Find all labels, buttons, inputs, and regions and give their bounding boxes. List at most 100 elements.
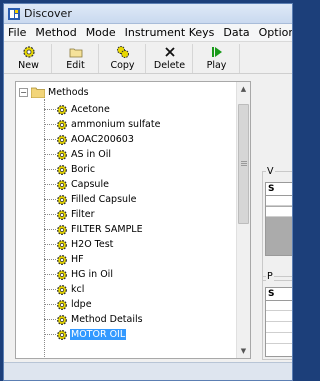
new-gear-icon [22,46,35,58]
tree-item[interactable]: AS in Oil [44,147,161,162]
menu-method[interactable]: Method [35,26,76,39]
method-gear-icon [57,119,67,130]
method-gear-icon [57,209,67,220]
delete-label: Delete [153,60,186,71]
tree-item-label: FILTER SAMPLE [71,224,143,235]
tree-item[interactable]: ldpe [44,297,161,312]
tree-item[interactable]: H2O Test [44,237,161,252]
menu-file[interactable]: File [8,26,26,39]
method-gear-icon [57,329,67,340]
tree-item-label: Boric [71,164,96,175]
tree-item-label: HF [71,254,84,265]
method-gear-icon [57,269,67,280]
scroll-up-arrow-icon[interactable]: ▲ [237,82,250,96]
edit-label: Edit [66,60,85,71]
tree-item-label: Acetone [71,104,110,115]
menu-instrument-keys[interactable]: Instrument Keys [125,26,215,39]
method-gear-icon [57,104,67,115]
tree-item[interactable]: HG in Oil [44,267,161,282]
grid-row[interactable] [266,207,292,217]
grid-row[interactable] [266,312,292,322]
play-label: Play [206,60,227,71]
scroll-thumb[interactable] [238,104,249,224]
edit-button[interactable]: Edit [53,44,99,73]
tree-item[interactable]: Filled Capsule [44,192,161,207]
tree-item[interactable]: ammonium sulfate [44,117,161,132]
tree-item-label: AS in Oil [71,149,111,160]
methods-tree[interactable]: − Methods Acetone ammonium sulfate AOAC200… [15,81,251,359]
grip-icon [241,161,247,167]
title-bar[interactable]: Discover [4,4,292,24]
group-box-bottom: P S [262,271,292,360]
tree-item-label: AOAC200603 [71,134,134,145]
tree-item-label: ammonium sulfate [71,119,161,130]
tree-item-label: Filter [71,209,95,220]
tree-item-label: ldpe [71,299,92,310]
tree-item-label: Filled Capsule [71,194,137,205]
tree-root-methods[interactable]: − Methods [19,86,89,98]
scroll-down-arrow-icon[interactable]: ▼ [237,344,250,358]
discover-window: Discover File Method Mode Instrument Key… [3,3,293,381]
method-gear-icon [57,239,67,250]
method-gear-icon [57,254,67,265]
edit-folder-icon [69,48,82,58]
copy-gear-icon [116,46,129,58]
grid-row[interactable] [266,323,292,333]
tree-item-label: HG in Oil [71,269,113,280]
delete-x-icon [164,47,175,57]
method-gear-icon [57,314,67,325]
grid-body-bottom[interactable] [265,301,292,357]
menu-data[interactable]: Data [223,26,249,39]
group-box-top-label: V [266,166,275,177]
menu-option[interactable]: Option [259,26,292,39]
method-gear-icon [57,149,67,160]
play-icon [211,47,222,57]
tree-item-label: Capsule [71,179,109,190]
collapse-icon[interactable]: − [19,87,28,97]
tree-item[interactable]: Acetone [44,102,161,117]
grid-row[interactable] [266,334,292,344]
play-button[interactable]: Play [194,44,240,73]
grid-row[interactable] [266,196,292,206]
tree-item[interactable]: AOAC200603 [44,132,161,147]
tree-items: Acetone ammonium sulfate AOAC200603 AS in O… [44,102,161,342]
method-gear-icon [57,299,67,310]
tree-item[interactable]: kcl [44,282,161,297]
right-panel: V S P S [253,75,292,360]
grid-header-top: S [265,182,292,196]
status-bar [4,362,292,380]
tree-item[interactable]: Capsule [44,177,161,192]
method-gear-icon [57,164,67,175]
method-gear-icon [57,134,67,145]
copy-label: Copy [110,60,135,71]
group-box-top: V S [262,166,292,281]
menu-mode[interactable]: Mode [86,26,116,39]
tree-item-label: MOTOR OIL [70,329,127,340]
new-label: New [18,60,39,71]
main-area: − Methods Acetone ammonium sulfate AOAC200… [4,75,292,360]
delete-button[interactable]: Delete [147,44,193,73]
copy-button[interactable]: Copy [100,44,146,73]
tree-item-label: H2O Test [71,239,114,250]
tree-item[interactable]: MOTOR OIL [44,327,161,342]
folder-icon [31,87,45,98]
method-gear-icon [57,179,67,190]
method-gear-icon [57,194,67,205]
grid-header-bottom: S [265,287,292,301]
group-box-bottom-label: P [266,271,274,282]
tree-scrollbar[interactable]: ▲ ▼ [236,82,250,358]
menu-bar: File Method Mode Instrument Keys Data Op… [4,24,292,42]
window-title: Discover [24,7,72,20]
tree-item[interactable]: Method Details [44,312,161,327]
method-gear-icon [57,224,67,235]
tree-item-label: kcl [71,284,85,295]
app-icon [8,7,20,20]
tree-item[interactable]: Boric [44,162,161,177]
grid-body-top[interactable] [265,196,292,256]
grid-row[interactable] [266,301,292,311]
tree-item[interactable]: Filter [44,207,161,222]
toolbar: New Edit Copy Delete Play [4,42,292,74]
tree-item[interactable]: FILTER SAMPLE [44,222,161,237]
tree-item[interactable]: HF [44,252,161,267]
new-button[interactable]: New [6,44,52,73]
